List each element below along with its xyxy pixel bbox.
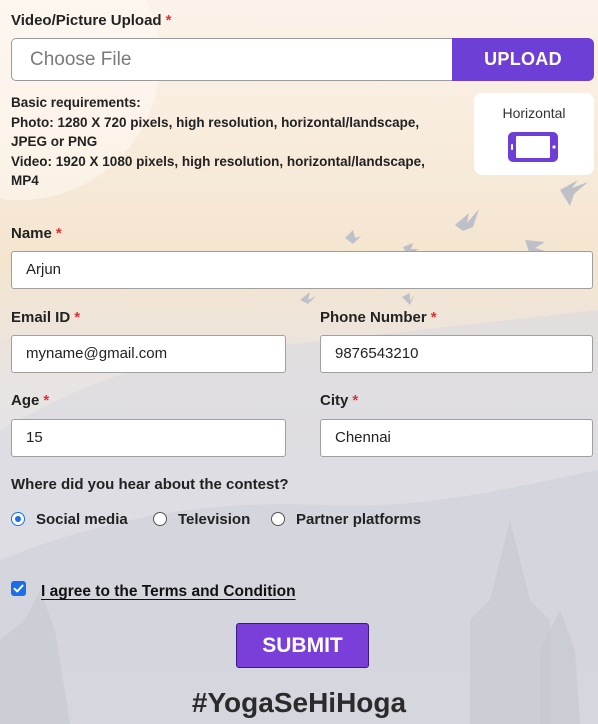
requirements-line: MP4 [11,173,39,188]
city-label-text: City [320,392,349,409]
required-mark: * [165,12,172,29]
required-mark: * [55,225,62,242]
phone-label: Phone Number * [320,309,437,326]
upload-label: Video/Picture Upload * [11,12,171,29]
radio-label: Partner platforms [296,510,422,528]
requirements-line: Photo: 1280 X 720 pixels, high resolutio… [11,114,420,130]
file-upload-row: Choose File UPLOAD [11,38,594,81]
age-label: Age * [11,392,49,409]
age-field[interactable]: 15 [11,419,286,457]
email-label: Email ID * [11,309,80,326]
radio-button-selected[interactable] [11,512,25,526]
terms-link[interactable]: I agree to the Terms and Condition [41,583,296,601]
requirements-line: Basic requirements: [11,95,141,110]
required-mark: * [74,309,81,326]
age-label-text: Age [11,392,40,409]
radio-button[interactable] [153,512,167,526]
choose-file-input[interactable]: Choose File [11,38,453,81]
phone-landscape-icon [508,132,558,162]
phone-field[interactable]: 9876543210 [320,335,593,373]
radio-social-media[interactable]: Social media [11,509,128,529]
radio-label: Television [178,510,251,528]
required-mark: * [43,392,50,409]
radio-label: Social media [36,510,128,528]
required-mark: * [352,392,359,409]
name-label: Name * [11,225,62,242]
checkmark-icon [13,584,24,593]
name-field[interactable]: Arjun [11,251,593,289]
submit-button[interactable]: SUBMIT [236,623,369,668]
city-field[interactable]: Chennai [320,419,593,457]
requirements-line: JPEG or PNG [11,134,98,149]
upload-form: Video/Picture Upload * Choose File UPLOAD… [0,0,598,724]
email-field[interactable]: myname@gmail.com [11,335,286,373]
upload-requirements: Basic requirements: Photo: 1280 X 720 pi… [11,93,451,191]
orientation-card: Horizontal [474,93,594,175]
source-question: Where did you hear about the contest? [11,476,289,493]
required-mark: * [430,309,437,326]
upload-label-text: Video/Picture Upload [11,12,162,29]
phone-label-text: Phone Number [320,309,427,326]
name-label-text: Name [11,225,52,242]
hashtag-text: #YogaSeHiHoga [191,687,407,718]
radio-partner-platforms[interactable]: Partner platforms [271,509,421,529]
radio-button[interactable] [271,512,285,526]
radio-television[interactable]: Television [153,509,250,529]
terms-checkbox[interactable] [11,581,26,596]
city-label: City * [320,392,358,409]
orientation-label: Horizontal [502,105,566,121]
requirements-line: Video: 1920 X 1080 pixels, high resoluti… [11,153,425,169]
email-label-text: Email ID [11,309,71,326]
upload-button[interactable]: UPLOAD [452,38,594,81]
